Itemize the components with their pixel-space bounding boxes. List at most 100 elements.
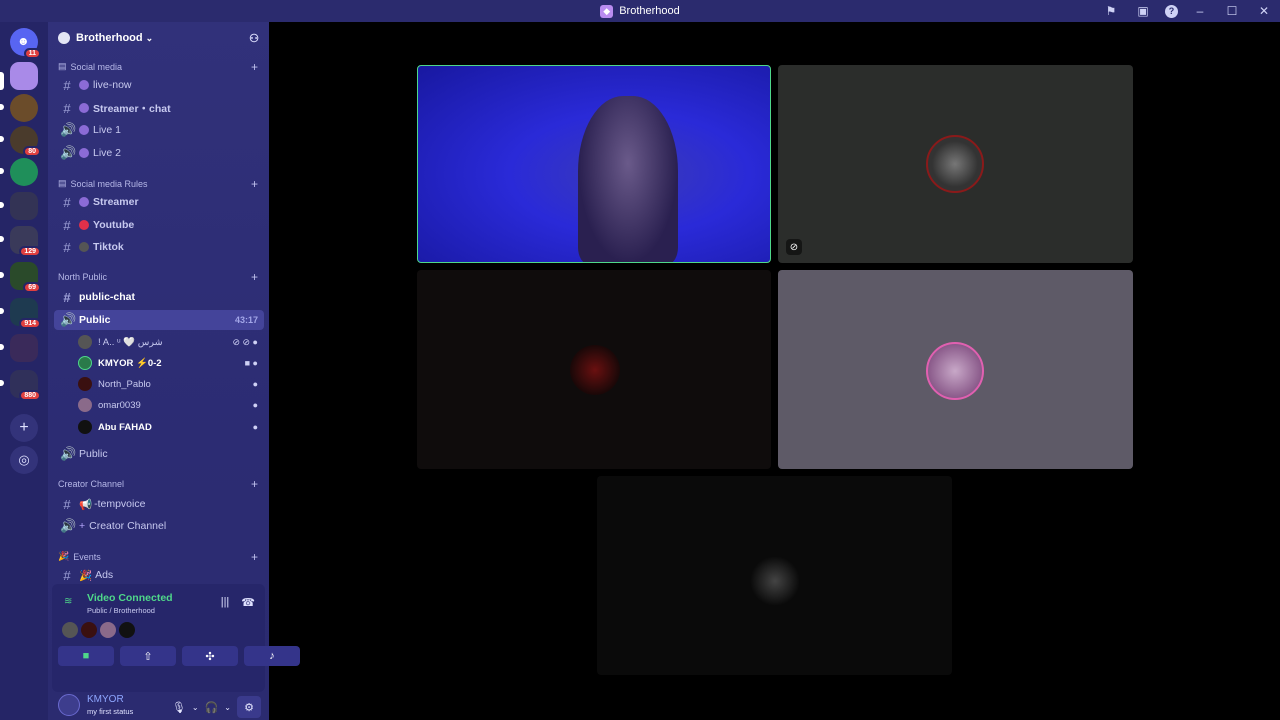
category-social-media[interactable]: ▤ Social media + [58,60,258,74]
avatar[interactable] [58,694,80,716]
title-bar: ◆ Brotherhood ⚑ ▣ ? – ☐ ✕ [0,0,1280,22]
channel-streamer[interactable]: # Streamer [54,192,264,212]
channel-streamer-chat[interactable]: # Streamer・chat [54,98,264,118]
add-channel-icon[interactable]: + [251,477,258,491]
category-social-media-rules[interactable]: ▤ Social media Rules + [58,177,258,191]
activities-button[interactable]: ✣ [182,646,238,666]
gear-icon: ⚙ [244,701,254,714]
party-icon: 🎉 [79,569,93,582]
channel-tiktok[interactable]: # Tiktok [54,237,264,257]
invite-people-icon[interactable]: ⚇ [249,32,259,45]
user-name[interactable]: KMYOR [87,694,124,705]
server-icon[interactable] [10,94,38,122]
voice-user[interactable]: ! A.. ᵘ 🤍 ﺷﺮﺱ ⊘ ⊘ ● [78,333,264,351]
screen-icon[interactable]: ▣ [1133,3,1153,19]
channel-youtube[interactable]: # Youtube [54,215,264,235]
maximize-icon[interactable]: ☐ [1222,3,1242,19]
video-tile-streamer[interactable] [417,65,771,263]
screen-share-button[interactable]: ⇧ [120,646,176,666]
channel-creator[interactable]: 🔊 + Creator Channel [54,516,264,536]
channel-label: Public [79,314,111,326]
avatar [78,335,92,349]
server-folder[interactable]: 880 [10,370,41,401]
server-folder[interactable]: 129 [10,226,41,257]
server-folder[interactable]: 69 [10,262,41,293]
voice-user[interactable]: Abu FAHAD ● [78,418,264,436]
folder-icon: ▤ [58,178,67,188]
server-icon[interactable]: 80 [10,126,41,157]
explore-button[interactable]: ◎ [10,446,38,474]
unread-pill [0,104,4,110]
chevron-down-icon[interactable]: ⌄ [192,703,199,712]
channel-live-now[interactable]: # live-now [54,75,264,95]
add-channel-icon[interactable]: + [251,550,258,564]
video-tile-user[interactable] [597,476,952,675]
server-folder[interactable] [10,192,38,220]
app-logo-icon: ◆ [600,4,614,18]
youtube-icon [79,220,89,230]
flag-icon[interactable]: ⚑ [1101,3,1121,19]
help-icon[interactable]: ? [1165,4,1178,18]
video-tile-user[interactable] [417,270,771,469]
channel-live-2[interactable]: 🔊 Live 2 [54,143,264,163]
video-tile-user[interactable] [778,270,1133,469]
camera-icon: ■ [82,650,90,662]
voice-user[interactable]: North_Pablo ● [78,375,264,393]
discord-icon: ☻ [17,34,30,48]
chevron-down-icon[interactable]: ⌄ [224,703,231,712]
channel-public-2[interactable]: 🔊 Public [54,444,264,464]
avatar[interactable] [119,622,135,638]
channel-ads[interactable]: # 🎉 Ads [54,565,264,585]
dm-home-button[interactable]: ☻ 11 [10,28,41,59]
soundboard-button[interactable]: ♪ [244,646,300,666]
add-channel-icon[interactable]: + [251,270,258,284]
signal-icon[interactable]: ≋ [64,596,72,607]
avatar[interactable] [100,622,116,638]
avatar[interactable] [81,622,97,638]
channel-public-voice[interactable]: 🔊 Public 43:17 [54,310,264,330]
settings-button[interactable]: ⚙ [237,696,261,718]
voice-user[interactable]: omar0039 ● [78,396,264,414]
server-icon[interactable] [10,158,38,186]
close-icon[interactable]: ✕ [1254,3,1274,19]
voice-participants [62,622,135,638]
voice-user[interactable]: KMYOR ⚡0-2 ■ ● [78,354,264,372]
noise-suppression-icon[interactable]: ||| [221,596,230,609]
channel-label: public-chat [79,291,136,303]
add-channel-icon[interactable]: + [251,177,258,191]
channel-public-chat[interactable]: # public-chat [54,287,264,307]
unread-pill [0,272,4,278]
unread-badge: 914 [19,318,41,329]
server-folder[interactable]: 914 [10,298,41,329]
category-events[interactable]: 🎉 Events + [58,550,258,564]
speaker-icon: 🔊 [60,122,77,137]
microphone-icon[interactable]: 🎙 [172,701,186,714]
headphones-icon[interactable]: 🎧 [205,701,219,714]
minimize-icon[interactable]: – [1190,3,1210,19]
voice-location[interactable]: Public / Brotherhood [87,606,155,615]
camera-button[interactable]: ■ [58,646,114,666]
avatar [750,556,800,606]
video-icon: ● [252,400,258,410]
video-tile-user[interactable]: ⊘ [778,65,1133,263]
compass-icon: ◎ [18,452,30,467]
speaker-icon: 🔊 [60,145,77,160]
channel-live-1[interactable]: 🔊 Live 1 [54,120,264,140]
server-folder[interactable] [10,334,38,362]
category-north-public[interactable]: North Public + [58,270,258,284]
server-header[interactable]: Brotherhood ⌄ ⚇ [48,22,269,54]
disconnect-icon[interactable]: ☎ [241,596,255,609]
voice-timer: 43:17 [234,315,258,325]
hash-icon: # [63,194,71,210]
avatar[interactable] [62,622,78,638]
add-channel-icon[interactable]: + [251,60,258,74]
folder-icon: ▤ [58,61,67,71]
server-brotherhood[interactable] [10,62,38,90]
hash-icon: # [63,77,71,93]
add-server-button[interactable]: + [10,414,38,442]
unread-pill [0,380,4,386]
unread-pill [0,344,4,350]
category-creator-channel[interactable]: Creator Channel + [58,477,258,491]
channel-tempvoice[interactable]: # 📢 -tempvoice [54,494,264,514]
window-title: Brotherhood [619,5,680,17]
